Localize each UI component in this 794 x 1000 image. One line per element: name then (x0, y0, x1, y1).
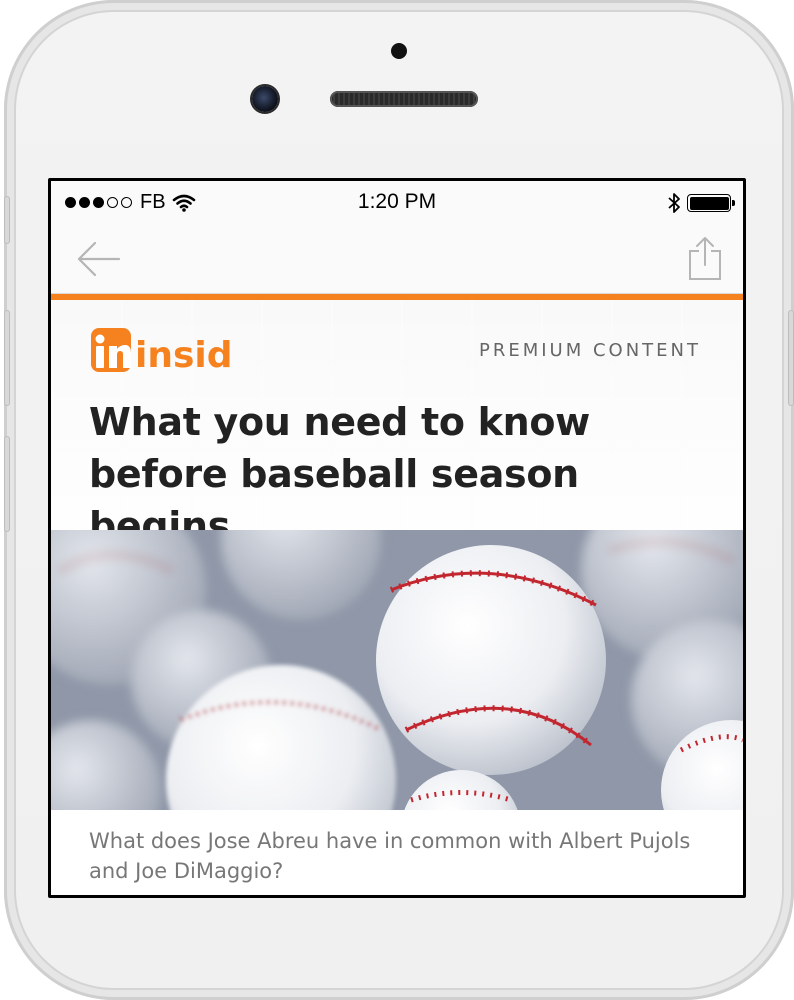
arrow-left-icon (77, 241, 121, 277)
back-button[interactable] (75, 239, 123, 279)
status-bar: FB 1:20 PM (51, 181, 743, 225)
share-button[interactable] (687, 235, 723, 283)
share-icon (689, 237, 721, 280)
front-camera (252, 86, 278, 112)
power-button (788, 310, 794, 406)
bluetooth-icon (668, 193, 680, 213)
volume-down-button (4, 436, 10, 532)
earpiece-speaker (330, 91, 478, 107)
article-headline: What you need to know before baseball se… (89, 400, 590, 548)
screen-content: FB 1:20 PM insid PREMIUM CONTENT What yo… (51, 181, 743, 895)
status-time: 1:20 PM (357, 190, 437, 213)
mute-switch (4, 196, 10, 244)
status-right (667, 192, 735, 214)
navigation-bar (51, 225, 743, 294)
article-hero-image (51, 530, 743, 810)
battery-fill (689, 196, 729, 210)
battery-icon (687, 194, 735, 212)
phone-screen: FB 1:20 PM insid PREMIUM CONTENT What yo… (48, 178, 746, 898)
baseballs-photo (51, 530, 743, 810)
premium-content-label: PREMIUM CONTENT (478, 340, 701, 361)
svg-text:insider: insider (135, 335, 231, 372)
proximity-sensor (391, 43, 407, 59)
article-intro: What does Jose Abreu have in common with… (89, 829, 691, 883)
insider-logo: insider (91, 328, 231, 372)
volume-up-button (4, 310, 10, 406)
article-header: insider PREMIUM CONTENT What you need to… (51, 300, 743, 548)
